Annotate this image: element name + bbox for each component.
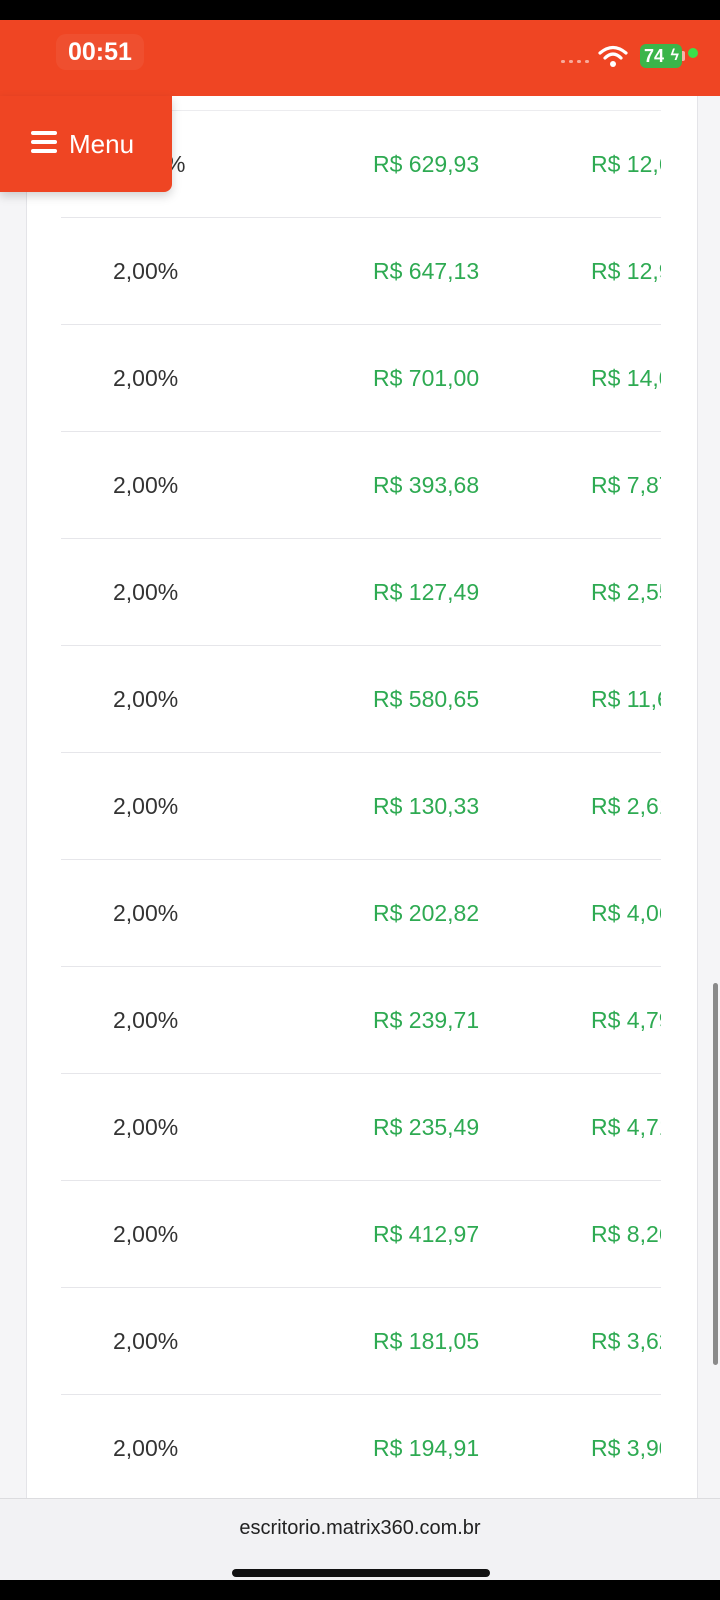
fee-cell: R$ 4,71	[591, 1114, 661, 1140]
table-row: 2,00% R$ 701,00 R$ 14,02	[61, 325, 661, 432]
table-row: 2,00% R$ 580,65 R$ 11,61	[61, 646, 661, 753]
battery-icon: 74 ϟ	[640, 44, 682, 68]
rate-cell: 2,00%	[113, 258, 179, 284]
battery-level: 74	[644, 46, 665, 66]
table-row: 2,00% R$ 194,91 R$ 3,90	[61, 1395, 661, 1498]
fee-cell: R$ 4,06	[591, 900, 661, 926]
rate-cell: 2,00%	[113, 793, 179, 819]
fee-cell: R$ 7,87	[591, 472, 661, 498]
amount-cell: R$ 235,49	[373, 1114, 480, 1140]
menu-icon	[31, 131, 57, 153]
amount-cell: R$ 239,71	[373, 1007, 480, 1033]
phone-screen: 00:51 74 ϟ % R$ 629,93 R$ 12,60 2,0	[0, 0, 720, 1600]
fee-cell: R$ 2,55	[591, 579, 661, 605]
table-row: 2,00% R$ 202,82 R$ 4,06	[61, 860, 661, 967]
table-row: 2,00% R$ 235,49 R$ 4,71	[61, 1074, 661, 1181]
url-text[interactable]: escritorio.matrix360.com.br	[0, 1517, 720, 1540]
page-content[interactable]: % R$ 629,93 R$ 12,60 2,00%R$ 647,13R$ 12…	[0, 96, 720, 1498]
table-row: 2,00% R$ 393,68 R$ 7,87	[61, 432, 661, 539]
table-row: 2,00% R$ 127,49 R$ 2,55	[61, 539, 661, 646]
browser-url-bar[interactable]: escritorio.matrix360.com.br	[0, 1498, 720, 1580]
table-row: 2,00% R$ 181,05 R$ 3,62	[61, 1288, 661, 1395]
rate-cell: 2,00%	[113, 1114, 179, 1140]
menu-label: Menu	[69, 129, 135, 159]
table-row: 2,00% R$ 647,13 R$ 12,94	[61, 218, 661, 325]
battery-tip	[682, 51, 685, 61]
wifi-icon	[598, 45, 628, 67]
fee-cell: R$ 8,26	[591, 1221, 661, 1247]
amount-cell: R$ 181,05	[373, 1328, 480, 1354]
rate-cell: 2,00%	[113, 900, 179, 926]
table-row: 2,00% R$ 239,71 R$ 4,79	[61, 967, 661, 1074]
rate-cell: 2,00%	[113, 472, 179, 498]
bottom-strip	[0, 1580, 720, 1600]
fee-cell: R$ 12,94	[591, 258, 661, 284]
table-row: 2,00% R$ 412,97 R$ 8,26	[61, 1181, 661, 1288]
amount-cell: R$ 580,65	[373, 686, 480, 712]
fee-cell: R$ 14,02	[591, 365, 661, 391]
camera-in-use-indicator	[688, 48, 698, 58]
amount-cell: R$ 127,49	[373, 579, 480, 605]
amount-cell: R$ 412,97	[373, 1221, 480, 1247]
fee-cell: R$ 2,61	[591, 793, 661, 819]
table-row: 2,00% R$ 130,33 R$ 2,61	[61, 753, 661, 860]
amount-cell: R$ 647,13	[373, 258, 480, 284]
rate-cell: 2,00%	[113, 686, 179, 712]
signal-icon	[561, 60, 591, 66]
amount-cell: R$ 130,33	[373, 793, 480, 819]
charging-bolt-icon: ϟ	[670, 47, 679, 64]
amount-cell: R$ 202,82	[373, 900, 480, 926]
amount-cell: R$ 629,93	[373, 151, 480, 177]
fee-cell: R$ 12,60	[591, 151, 661, 177]
fee-cell: R$ 4,79	[591, 1007, 661, 1033]
amount-cell: R$ 194,91	[373, 1435, 480, 1461]
rate-cell: 2,00%	[113, 1328, 179, 1354]
scrollbar[interactable]	[713, 983, 718, 1365]
rate-cell: 2,00%	[113, 1007, 179, 1033]
fee-cell: R$ 3,62	[591, 1328, 661, 1354]
fee-cell: R$ 11,61	[591, 686, 661, 712]
rate-cell: 2,00%	[113, 365, 179, 391]
commission-table-card: % R$ 629,93 R$ 12,60 2,00%R$ 647,13R$ 12…	[26, 96, 698, 1498]
rate-cell: 2,00%	[113, 1221, 179, 1247]
home-indicator[interactable]	[232, 1569, 490, 1577]
menu-button[interactable]: Menu	[0, 96, 172, 192]
fee-cell: R$ 3,90	[591, 1435, 661, 1461]
status-time: 00:51	[56, 34, 144, 70]
rate-cell: 2,00%	[113, 579, 179, 605]
amount-cell: R$ 393,68	[373, 472, 480, 498]
rate-cell: 2,00%	[113, 1435, 179, 1461]
amount-cell: R$ 701,00	[373, 365, 480, 391]
status-bar: 00:51 74 ϟ	[0, 20, 720, 96]
